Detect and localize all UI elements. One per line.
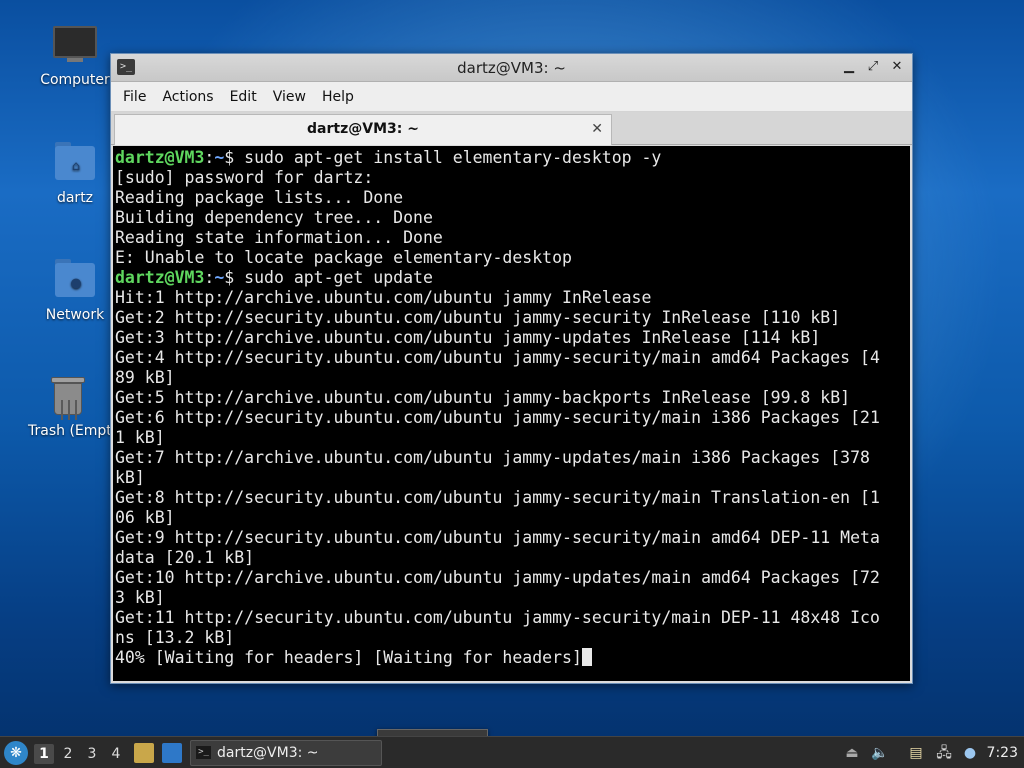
output-text: Get:6 http://security.ubuntu.com/ubuntu … <box>115 408 880 427</box>
terminal-line: ns [13.2 kB] <box>115 628 908 648</box>
terminal-line: Reading package lists... Done <box>115 188 908 208</box>
terminal-line: E: Unable to locate package elementary-d… <box>115 248 908 268</box>
output-text: 06 kB] <box>115 508 175 527</box>
task-label: dartz@VM3: ~ <box>217 745 319 761</box>
restore-icon[interactable]: ⤢ <box>864 58 882 76</box>
window-title: dartz@VM3: ~ <box>457 59 566 77</box>
taskbar-item-terminal[interactable]: >_ dartz@VM3: ~ <box>190 740 382 766</box>
command-text: $ sudo apt-get update <box>224 268 433 287</box>
prompt-user: dartz@VM3 <box>115 268 205 287</box>
window-titlebar[interactable]: >_ dartz@VM3: ~ ▁ ⤢ ✕ <box>111 54 912 82</box>
output-text: E: Unable to locate package elementary-d… <box>115 248 572 267</box>
terminal-window: >_ dartz@VM3: ~ ▁ ⤢ ✕ File Actions Edit … <box>110 53 913 684</box>
network-wired-icon[interactable]: 🖧 <box>934 743 954 763</box>
tab-label: dartz@VM3: ~ <box>307 121 419 137</box>
output-text: ns [13.2 kB] <box>115 628 235 647</box>
output-text: 89 kB] <box>115 368 175 387</box>
output-text: Get:8 http://security.ubuntu.com/ubuntu … <box>115 488 880 507</box>
home-folder-icon: ⌂ <box>53 140 97 184</box>
terminal-line: 3 kB] <box>115 588 908 608</box>
terminal-line: Hit:1 http://archive.ubuntu.com/ubuntu j… <box>115 288 908 308</box>
update-notifier-icon[interactable]: ● <box>960 743 980 763</box>
output-text: Reading state information... Done <box>115 228 443 247</box>
terminal-icon: >_ <box>196 746 211 759</box>
close-icon[interactable]: ✕ <box>888 58 906 76</box>
workspace-4[interactable]: 4 <box>106 744 126 764</box>
workspace-2[interactable]: 2 <box>58 744 78 764</box>
output-text: Get:2 http://security.ubuntu.com/ubuntu … <box>115 308 841 327</box>
terminal-output[interactable]: dartz@VM3:~$ sudo apt-get install elemen… <box>113 146 910 681</box>
output-text: 40% [Waiting for headers] [Waiting for h… <box>115 648 582 667</box>
output-text: Hit:1 http://archive.ubuntu.com/ubuntu j… <box>115 288 652 307</box>
tab-close-icon[interactable]: ✕ <box>591 115 603 144</box>
volume-icon[interactable]: 🔈 <box>870 743 890 763</box>
menubar: File Actions Edit View Help <box>111 82 912 112</box>
output-text: Reading package lists... Done <box>115 188 404 207</box>
trash-icon <box>46 373 90 420</box>
desktop-icon-trash[interactable]: Trash (Empt <box>25 373 111 439</box>
output-text: Get:4 http://security.ubuntu.com/ubuntu … <box>115 348 880 367</box>
terminal-line: Get:8 http://security.ubuntu.com/ubuntu … <box>115 488 908 508</box>
output-text: Get:10 http://archive.ubuntu.com/ubuntu … <box>115 568 880 587</box>
output-text: Get:11 http://security.ubuntu.com/ubuntu… <box>115 608 880 627</box>
tab-terminal[interactable]: dartz@VM3: ~ ✕ <box>114 114 612 145</box>
terminal-line: Get:3 http://archive.ubuntu.com/ubuntu j… <box>115 328 908 348</box>
output-text: kB] <box>115 468 145 487</box>
menu-file[interactable]: File <box>115 89 154 105</box>
start-menu-icon[interactable]: ❋ <box>4 741 28 765</box>
terminal-line: dartz@VM3:~$ sudo apt-get install elemen… <box>115 148 662 167</box>
taskbar: ❋ 1 2 3 4 >_ dartz@VM3: ~ ⏏ 🔈 ▤ 🖧 ● 7:23 <box>0 736 1024 768</box>
terminal-line: Get:2 http://security.ubuntu.com/ubuntu … <box>115 308 908 328</box>
prompt-path: ~ <box>214 148 225 167</box>
output-text: Get:9 http://security.ubuntu.com/ubuntu … <box>115 528 880 547</box>
prompt-user: dartz@VM3 <box>115 148 205 167</box>
tab-bar: dartz@VM3: ~ ✕ <box>111 112 912 145</box>
terminal-line: Get:7 http://archive.ubuntu.com/ubuntu j… <box>115 448 908 468</box>
terminal-line: 40% [Waiting for headers] [Waiting for h… <box>115 648 908 668</box>
minimize-icon[interactable]: ▁ <box>840 58 858 76</box>
clipboard-icon[interactable]: ▤ <box>906 743 926 763</box>
output-text: Get:7 http://archive.ubuntu.com/ubuntu j… <box>115 448 870 467</box>
workspace-3[interactable]: 3 <box>82 744 102 764</box>
network-folder-icon: ● <box>53 257 97 301</box>
output-text: 3 kB] <box>115 588 165 607</box>
terminal-line: Reading state information... Done <box>115 228 908 248</box>
output-text: data [20.1 kB] <box>115 548 255 567</box>
desktop-icon-label: Trash (Empt <box>28 423 111 439</box>
menu-edit[interactable]: Edit <box>222 89 265 105</box>
output-text: Building dependency tree... Done <box>115 208 433 227</box>
text-cursor <box>581 648 592 666</box>
output-text: Get:5 http://archive.ubuntu.com/ubuntu j… <box>115 388 851 407</box>
terminal-line: Get:4 http://security.ubuntu.com/ubuntu … <box>115 348 908 368</box>
output-text: 1 kB] <box>115 428 165 447</box>
computer-icon <box>53 22 97 66</box>
terminal-line: Get:5 http://archive.ubuntu.com/ubuntu j… <box>115 388 908 408</box>
terminal-line: 89 kB] <box>115 368 908 388</box>
workspace-1[interactable]: 1 <box>34 744 54 764</box>
prompt-path: ~ <box>214 268 225 287</box>
terminal-line: Get:9 http://security.ubuntu.com/ubuntu … <box>115 528 908 548</box>
file-manager-icon[interactable] <box>134 743 154 763</box>
terminal-line: 1 kB] <box>115 428 908 448</box>
show-desktop-icon[interactable] <box>162 743 182 763</box>
output-text: [sudo] password for dartz: <box>115 168 374 187</box>
menu-actions[interactable]: Actions <box>154 89 221 105</box>
terminal-line: Get:10 http://archive.ubuntu.com/ubuntu … <box>115 568 908 588</box>
menu-view[interactable]: View <box>265 89 314 105</box>
terminal-line: Get:6 http://security.ubuntu.com/ubuntu … <box>115 408 908 428</box>
eject-icon[interactable]: ⏏ <box>842 743 862 763</box>
output-text: Get:3 http://archive.ubuntu.com/ubuntu j… <box>115 328 821 347</box>
terminal-line: Building dependency tree... Done <box>115 208 908 228</box>
terminal-line: [sudo] password for dartz: <box>115 168 908 188</box>
terminal-line: dartz@VM3:~$ sudo apt-get update <box>115 268 433 287</box>
terminal-line: data [20.1 kB] <box>115 548 908 568</box>
menu-help[interactable]: Help <box>314 89 362 105</box>
command-text: $ sudo apt-get install elementary-deskto… <box>224 148 662 167</box>
terminal-line: Get:11 http://security.ubuntu.com/ubuntu… <box>115 608 908 628</box>
clock[interactable]: 7:23 <box>987 737 1018 768</box>
terminal-line: 06 kB] <box>115 508 908 528</box>
terminal-line: kB] <box>115 468 908 488</box>
